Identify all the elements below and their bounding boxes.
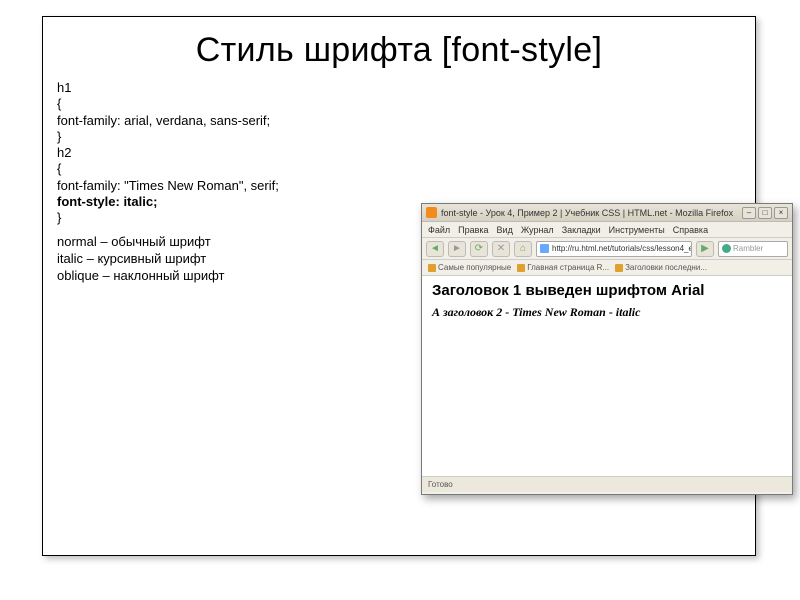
menu-bookmarks[interactable]: Закладки xyxy=(562,225,601,235)
browser-menubar: Файл Правка Вид Журнал Закладки Инструме… xyxy=(422,222,792,238)
bookmark-popular[interactable]: Самые популярные xyxy=(428,263,511,272)
search-box[interactable]: Rambler xyxy=(718,241,788,257)
browser-titlebar: font-style - Урок 4, Пример 2 | Учебник … xyxy=(422,204,792,222)
browser-viewport: Заголовок 1 выведен шрифтом Arial А заго… xyxy=(422,276,792,476)
maximize-button[interactable]: □ xyxy=(758,207,772,219)
page-icon xyxy=(540,244,549,253)
rss-icon xyxy=(615,264,623,272)
menu-tools[interactable]: Инструменты xyxy=(609,225,665,235)
window-buttons: – □ × xyxy=(742,207,788,219)
window-title: font-style - Урок 4, Пример 2 | Учебник … xyxy=(441,208,738,218)
code-line: { xyxy=(57,161,61,176)
status-text: Готово xyxy=(428,480,453,489)
url-text: http://ru.html.net/tutorials/css/lesson4… xyxy=(552,244,692,253)
stop-button[interactable]: ✕ xyxy=(492,241,510,257)
home-button[interactable]: ⌂ xyxy=(514,241,532,257)
browser-window: font-style - Урок 4, Пример 2 | Учебник … xyxy=(421,203,793,495)
code-line-bold: font-style: italic; xyxy=(57,194,157,209)
code-line: font-family: arial, verdana, sans-serif; xyxy=(57,113,270,128)
bookmark-label: Главная страница R... xyxy=(527,263,609,272)
forward-button[interactable]: ► xyxy=(448,241,466,257)
url-bar[interactable]: http://ru.html.net/tutorials/css/lesson4… xyxy=(536,241,692,257)
status-bar: Готово xyxy=(422,476,792,492)
menu-view[interactable]: Вид xyxy=(497,225,513,235)
menu-journal[interactable]: Журнал xyxy=(521,225,554,235)
code-line: } xyxy=(57,210,61,225)
back-button[interactable]: ◄ xyxy=(426,241,444,257)
menu-help[interactable]: Справка xyxy=(673,225,708,235)
search-placeholder: Rambler xyxy=(733,244,763,253)
folder-icon xyxy=(428,264,436,272)
slide-title: Стиль шрифта [font-style] xyxy=(43,17,755,80)
go-button[interactable]: ▶ xyxy=(696,241,714,257)
bookmarks-bar: Самые популярные Главная страница R... З… xyxy=(422,260,792,276)
firefox-icon xyxy=(426,207,437,218)
search-icon xyxy=(722,244,731,253)
rendered-h2: А заголовок 2 - Times New Roman - italic xyxy=(432,305,782,320)
bookmark-label: Заголовки последни... xyxy=(625,263,707,272)
code-line: h2 xyxy=(57,145,71,160)
bookmark-label: Самые популярные xyxy=(438,263,511,272)
bookmark-mainpage[interactable]: Главная страница R... xyxy=(517,263,609,272)
menu-file[interactable]: Файл xyxy=(428,225,450,235)
minimize-button[interactable]: – xyxy=(742,207,756,219)
code-line: { xyxy=(57,96,61,111)
reload-button[interactable]: ⟳ xyxy=(470,241,488,257)
bookmark-headlines[interactable]: Заголовки последни... xyxy=(615,263,707,272)
rendered-h1: Заголовок 1 выведен шрифтом Arial xyxy=(432,282,782,299)
code-line: font-family: "Times New Roman", serif; xyxy=(57,178,279,193)
close-button[interactable]: × xyxy=(774,207,788,219)
menu-edit[interactable]: Правка xyxy=(458,225,488,235)
code-line: h1 xyxy=(57,80,71,95)
slide-frame: Стиль шрифта [font-style] h1 { font-fami… xyxy=(42,16,756,556)
page-icon xyxy=(517,264,525,272)
browser-toolbar: ◄ ► ⟳ ✕ ⌂ http://ru.html.net/tutorials/c… xyxy=(422,238,792,260)
code-line: } xyxy=(57,129,61,144)
